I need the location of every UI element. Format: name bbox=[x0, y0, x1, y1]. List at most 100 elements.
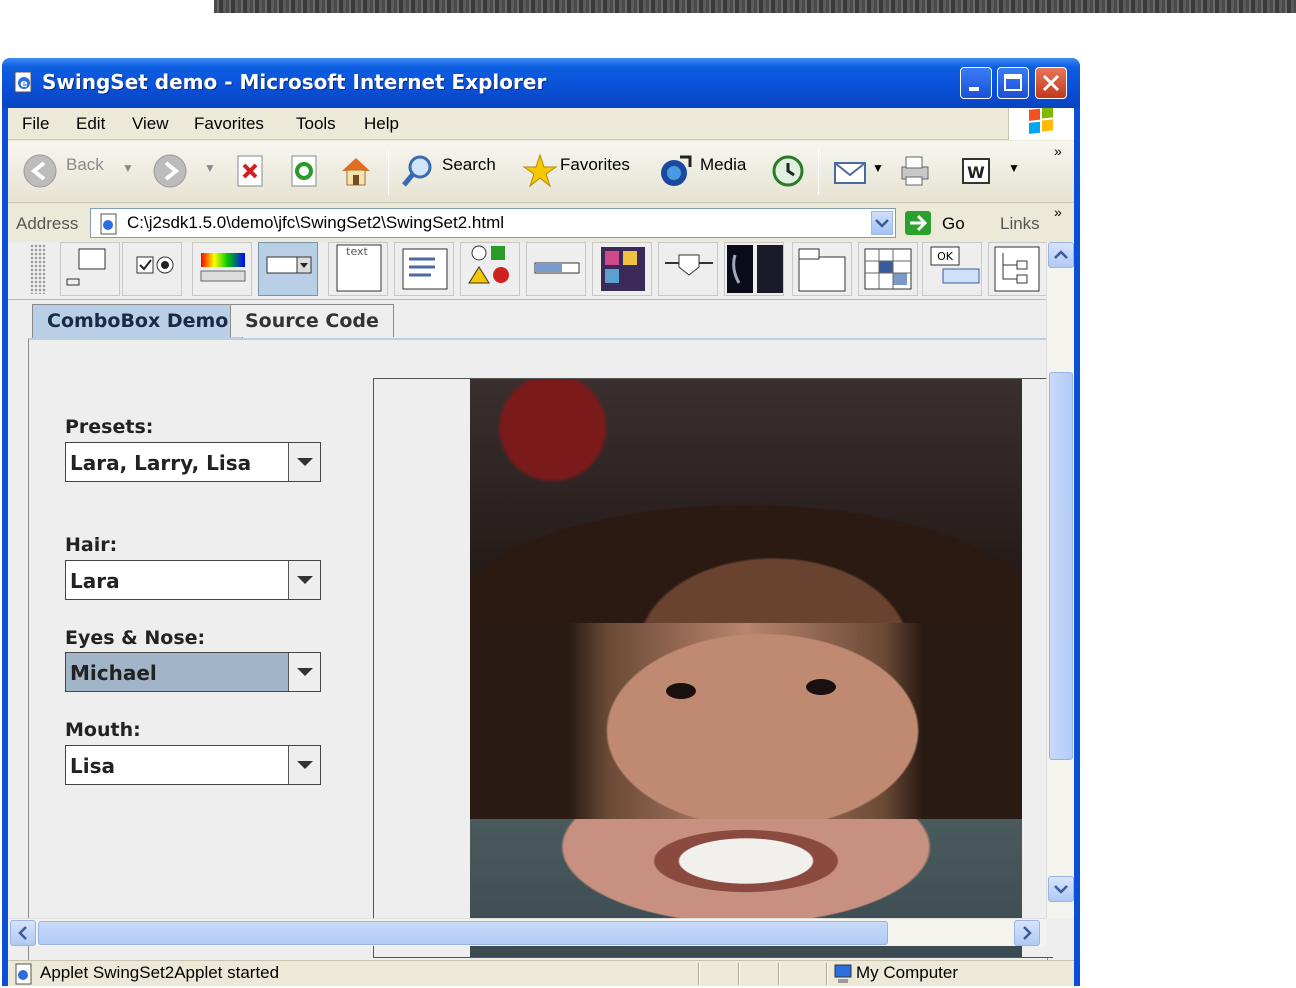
eyes-nose-dropdown-icon[interactable] bbox=[288, 653, 320, 691]
minimize-button[interactable] bbox=[960, 67, 992, 99]
demo-button-checkbox[interactable] bbox=[122, 242, 182, 296]
menu-help[interactable]: Help bbox=[364, 114, 399, 134]
forward-dropdown-icon[interactable]: ▼ bbox=[204, 161, 216, 175]
table-icon bbox=[864, 248, 912, 290]
mouth-value: Lisa bbox=[70, 754, 115, 778]
tab-combobox-demo[interactable]: ComboBox Demo bbox=[32, 304, 244, 339]
back-dropdown-icon[interactable]: ▼ bbox=[122, 161, 134, 175]
scroll-up-button[interactable] bbox=[1048, 242, 1074, 268]
scroll-left-button[interactable] bbox=[10, 920, 36, 946]
presets-combobox[interactable]: Lara, Larry, Lisa bbox=[65, 442, 321, 482]
demo-button-tabbedpane[interactable] bbox=[792, 242, 852, 296]
browser-client: File Edit View Favorites Tools Help Back… bbox=[8, 106, 1074, 986]
vertical-scrollbar[interactable] bbox=[1046, 242, 1074, 918]
menu-edit[interactable]: Edit bbox=[76, 114, 105, 134]
home-icon[interactable] bbox=[338, 153, 374, 189]
scroll-down-button[interactable] bbox=[1048, 876, 1074, 902]
presets-dropdown-icon[interactable] bbox=[288, 443, 320, 481]
address-url[interactable]: C:\j2sdk1.5.0\demo\jfc\SwingSet2\SwingSe… bbox=[127, 213, 504, 233]
links-chevron-icon[interactable]: » bbox=[1054, 204, 1062, 220]
demo-button-progressbar[interactable] bbox=[526, 242, 586, 296]
media-button[interactable]: Media bbox=[700, 155, 746, 175]
demo-button-slider[interactable] bbox=[658, 242, 718, 296]
demo-button-list[interactable] bbox=[592, 242, 652, 296]
status-divider bbox=[698, 963, 700, 985]
go-arrow-icon bbox=[905, 211, 931, 235]
demo-button-internalframe[interactable] bbox=[60, 242, 120, 296]
address-dropdown-button[interactable] bbox=[871, 211, 893, 235]
editor-pane-icon: text bbox=[336, 244, 382, 292]
demo-button-splitpane[interactable] bbox=[724, 242, 784, 296]
color-chooser-icon bbox=[200, 253, 246, 282]
search-button[interactable]: Search bbox=[442, 155, 496, 175]
stop-icon[interactable] bbox=[232, 153, 268, 189]
page-icon bbox=[100, 213, 117, 235]
links-button[interactable]: Links bbox=[1000, 214, 1040, 234]
status-text: Applet SwingSet2Applet started bbox=[40, 963, 280, 982]
forward-arrow-icon[interactable] bbox=[152, 153, 188, 189]
address-bar: Address C:\j2sdk1.5.0\demo\jfc\SwingSet2… bbox=[8, 204, 1074, 242]
history-icon[interactable] bbox=[770, 153, 806, 189]
mouth-dropdown-icon[interactable] bbox=[288, 746, 320, 784]
demo-button-filechooser[interactable] bbox=[394, 242, 454, 296]
ie-page-icon: e bbox=[14, 71, 32, 93]
menu-tools[interactable]: Tools bbox=[296, 114, 336, 134]
back-button[interactable]: Back bbox=[66, 155, 104, 175]
print-icon[interactable] bbox=[896, 153, 932, 189]
standard-toolbar: Back ▼ ▼ Search Favorites Media ▼ W ▼ » bbox=[8, 141, 1074, 203]
demo-button-tooltip[interactable]: OK bbox=[922, 242, 982, 296]
maximize-button[interactable] bbox=[997, 67, 1029, 99]
toolbar-chevron-icon[interactable]: » bbox=[1054, 143, 1062, 159]
demo-button-editorpane[interactable]: text bbox=[328, 242, 388, 296]
media-icon[interactable] bbox=[658, 153, 694, 189]
go-label: Go bbox=[942, 214, 965, 233]
hair-dropdown-icon[interactable] bbox=[288, 561, 320, 599]
menu-file[interactable]: File bbox=[22, 114, 49, 134]
back-arrow-icon[interactable] bbox=[22, 153, 58, 189]
favorites-button[interactable]: Favorites bbox=[560, 155, 630, 175]
tab-source-code[interactable]: Source Code bbox=[230, 304, 394, 337]
window-title: SwingSet demo - Microsoft Internet Explo… bbox=[42, 70, 547, 94]
status-divider bbox=[738, 963, 740, 985]
close-button[interactable] bbox=[1035, 67, 1067, 99]
svg-text:e: e bbox=[20, 77, 27, 90]
horizontal-scrollbar[interactable] bbox=[8, 918, 1046, 946]
hair-value: Lara bbox=[70, 569, 120, 593]
vertical-scroll-thumb[interactable] bbox=[1049, 372, 1073, 760]
swingset-applet: text OK ComboBox Demo Source Code Preset… bbox=[8, 242, 1074, 960]
tabbed-pane-icon bbox=[798, 248, 846, 292]
hair-combobox[interactable]: Lara bbox=[65, 560, 321, 600]
demo-button-combobox[interactable] bbox=[258, 242, 318, 296]
title-bar[interactable]: e SwingSet demo - Microsoft Internet Exp… bbox=[2, 58, 1080, 108]
favorites-star-icon[interactable] bbox=[522, 153, 558, 189]
chevron-up-icon bbox=[1054, 250, 1068, 259]
status-bar: Applet SwingSet2Applet started My Comput… bbox=[8, 960, 1074, 986]
internal-frame-icon bbox=[66, 248, 106, 286]
presets-value: Lara, Larry, Lisa bbox=[70, 451, 252, 475]
chevron-down-icon bbox=[875, 219, 889, 228]
scroll-right-button[interactable] bbox=[1014, 920, 1040, 946]
mouth-combobox[interactable]: Lisa bbox=[65, 745, 321, 785]
edit-dropdown-icon[interactable]: ▼ bbox=[1008, 161, 1020, 175]
refresh-icon[interactable] bbox=[286, 153, 322, 189]
search-icon[interactable] bbox=[400, 153, 436, 189]
horizontal-scroll-thumb[interactable] bbox=[38, 921, 888, 945]
toolbar-grip[interactable] bbox=[30, 244, 46, 294]
demo-button-tree[interactable] bbox=[988, 242, 1048, 296]
address-input[interactable]: C:\j2sdk1.5.0\demo\jfc\SwingSet2\SwingSe… bbox=[90, 208, 896, 238]
mail-dropdown-icon[interactable]: ▼ bbox=[872, 161, 884, 175]
browser-window: e SwingSet demo - Microsoft Internet Exp… bbox=[2, 58, 1080, 986]
status-divider bbox=[778, 963, 780, 985]
checkbox-radio-icon bbox=[136, 256, 174, 274]
page-status-icon bbox=[15, 963, 32, 985]
word-edit-icon[interactable]: W bbox=[958, 153, 994, 189]
minimize-icon bbox=[969, 87, 979, 91]
demo-button-colorchooser[interactable] bbox=[192, 242, 252, 296]
menu-favorites[interactable]: Favorites bbox=[194, 114, 264, 134]
eyes-nose-label: Eyes & Nose: bbox=[65, 627, 206, 649]
demo-button-table[interactable] bbox=[858, 242, 918, 296]
demo-button-optionpane[interactable] bbox=[460, 242, 520, 296]
mail-icon[interactable] bbox=[832, 153, 868, 189]
menu-view[interactable]: View bbox=[132, 114, 169, 134]
eyes-nose-combobox[interactable]: Michael bbox=[65, 652, 321, 692]
